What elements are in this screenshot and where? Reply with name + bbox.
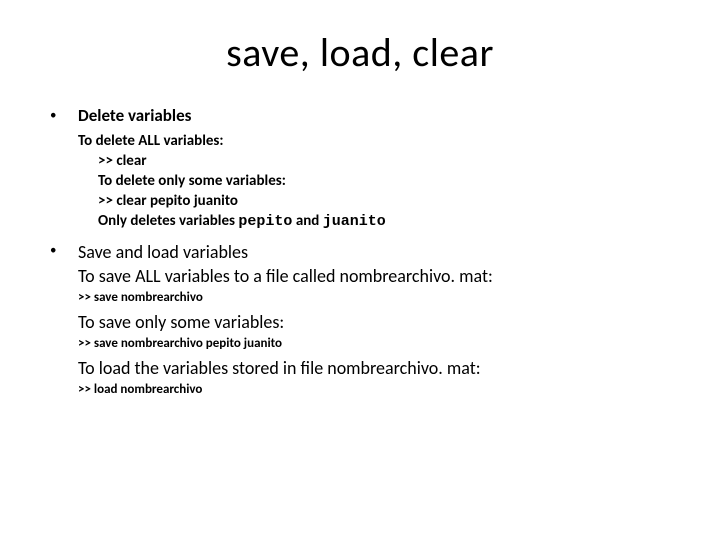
text-save-all: To save ALL variables to a file called n… (78, 264, 672, 288)
cmd-save-all: >> save nombrearchivo (78, 289, 672, 307)
note-mid: and (292, 212, 322, 230)
bullet-dot-icon: • (48, 105, 78, 127)
bullet-delete-variables: • Delete variables To delete ALL variabl… (48, 105, 672, 232)
note-var1: pepito (238, 213, 292, 230)
bullet-body: Delete variables To delete ALL variables… (78, 105, 672, 232)
note-prefix: Only deletes variables (98, 212, 238, 230)
cmd-clear: >> clear (98, 151, 672, 171)
text-delete-all: To delete ALL variables: (78, 131, 672, 151)
indent-block: >> clear To delete only some variables: … (78, 151, 672, 232)
bullet-body: Save and load variables To save ALL vari… (78, 240, 672, 402)
text-save-some: To save only some variables: (78, 310, 672, 334)
cmd-clear-some: >> clear pepito juanito (98, 191, 672, 211)
slide-title: save, load, clear (48, 28, 672, 77)
cmd-save-some: >> save nombrearchivo pepito juanito (78, 335, 672, 353)
note-var2: juanito (323, 213, 386, 230)
bullet-dot-icon: • (48, 240, 78, 262)
slide: save, load, clear • Delete variables To … (0, 0, 720, 540)
cmd-load: >> load nombrearchivo (78, 381, 672, 399)
text-load: To load the variables stored in file nom… (78, 356, 672, 380)
section-heading-delete: Delete variables (78, 105, 672, 127)
text-delete-some: To delete only some variables: (98, 171, 672, 191)
section-heading-save-load: Save and load variables (78, 240, 672, 264)
bullet-save-load: • Save and load variables To save ALL va… (48, 240, 672, 402)
text-only-deletes: Only deletes variables pepito and juanit… (98, 211, 672, 232)
